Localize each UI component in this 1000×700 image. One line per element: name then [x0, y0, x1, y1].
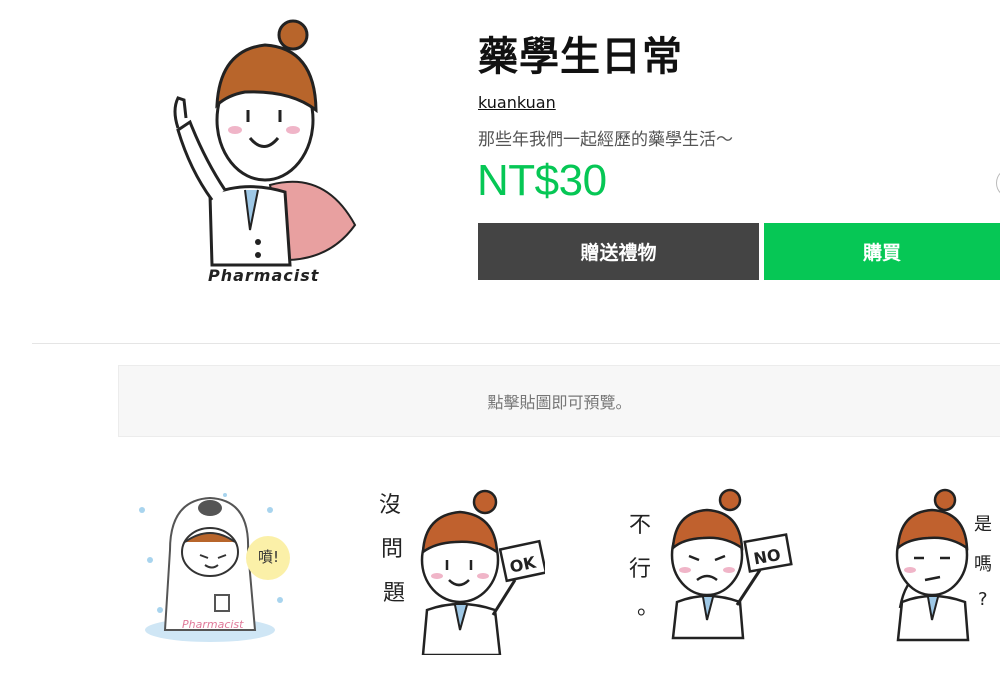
buy-button-label: 購買: [862, 242, 901, 264]
author-link[interactable]: kuankuan: [478, 93, 556, 112]
svg-text:問: 問: [381, 537, 403, 562]
svg-text:題: 題: [383, 581, 405, 606]
preview-hint-bar: 點擊貼圖即可預覽。: [118, 365, 1000, 437]
svg-text:不: 不: [629, 513, 651, 538]
svg-text:嗎: 嗎: [974, 554, 992, 575]
preview-hint-text: 點擊貼圖即可預覽。: [487, 393, 632, 412]
svg-text:是: 是: [974, 514, 992, 535]
svg-text:Pharmacist: Pharmacist: [182, 618, 244, 631]
svg-text:沒: 沒: [379, 493, 401, 518]
section-divider: [32, 343, 1000, 344]
svg-text:行: 行: [629, 557, 651, 582]
sticker-not-ok[interactable]: 不 行 。 NO: [625, 480, 795, 655]
main-image-caption: Pharmacist: [208, 266, 320, 285]
product-description: 那些年我們一起經歷的藥學生活～: [478, 130, 733, 150]
main-sticker-image: Pharmacist: [150, 10, 380, 300]
svg-text:。: 。: [637, 595, 659, 620]
gift-button-label: 贈送禮物: [580, 242, 657, 264]
gift-button[interactable]: 贈送禮物: [478, 223, 759, 280]
share-button[interactable]: [996, 168, 1000, 198]
sticker-bubble-text: 噴!: [258, 548, 279, 566]
sticker-no-problem[interactable]: 沒 問 題 OK: [375, 480, 548, 657]
sticker-is-that-so[interactable]: 是 嗎 ?: [870, 480, 1000, 655]
price-label: NT$30: [477, 156, 607, 205]
svg-text:?: ?: [978, 589, 988, 610]
sticker-pharmacist-cold[interactable]: Pharmacist 噴!: [130, 480, 300, 655]
buy-button[interactable]: 購買: [764, 223, 1000, 280]
page-title: 藥學生日常: [478, 34, 683, 80]
